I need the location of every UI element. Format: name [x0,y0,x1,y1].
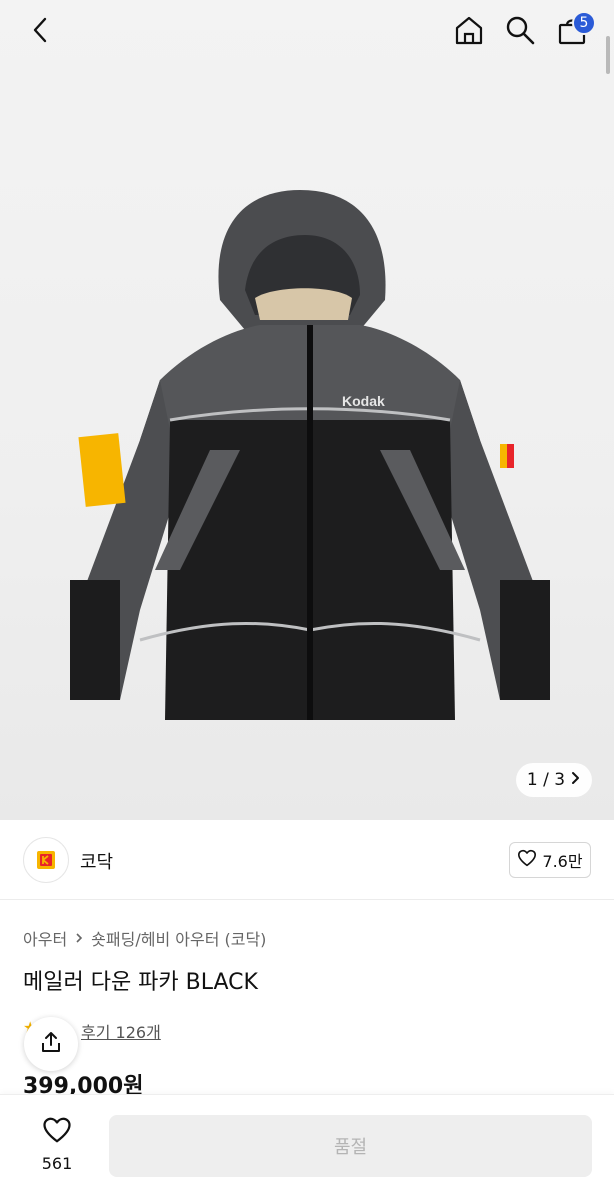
pager-text: 1 / 3 [526,770,566,790]
product-image-gallery[interactable]: Kodak 1 / 3 [0,0,614,820]
product-image-jacket: Kodak [70,190,550,720]
home-icon [453,14,485,50]
share-button[interactable] [24,1017,78,1071]
cart-count-badge: 5 [572,11,596,35]
chevron-right-icon [571,770,581,790]
review-count-link[interactable]: 후기 126개 [81,1019,161,1043]
jacket-logo-text: Kodak [342,393,385,409]
search-button[interactable] [500,12,540,52]
breadcrumb-item[interactable]: 숏패딩/헤비 아우터 (코닥) [91,926,266,950]
heart-icon [517,849,537,871]
brand-row[interactable]: 코닥 7.6만 [0,820,614,900]
share-icon [39,1030,63,1058]
brand-logo[interactable] [23,837,69,883]
back-arrow-icon [31,16,49,48]
bottom-action-bar: 561 품절 [0,1094,614,1200]
chevron-right-icon [75,929,83,948]
breadcrumb: 아우터 숏패딩/헤비 아우터 (코닥) [23,926,266,950]
back-button[interactable] [22,14,58,50]
wishlist-count: 561 [41,1153,73,1173]
brand-like-button[interactable]: 7.6만 [509,842,591,878]
search-icon [504,14,536,50]
cart-button[interactable]: 5 [552,11,596,52]
breadcrumb-item[interactable]: 아우터 [23,926,67,950]
wishlist-button[interactable]: 561 [26,1113,88,1175]
top-navigation-bar: 5 [0,0,614,74]
home-button[interactable] [449,12,489,52]
brand-like-count: 7.6만 [542,852,583,871]
brand-name[interactable]: 코닥 [80,848,113,874]
product-title: 메일러 다운 파카 BLACK [23,970,258,995]
heart-icon [42,1116,72,1148]
gallery-pager[interactable]: 1 / 3 [516,763,592,797]
kodak-logo-icon [37,851,55,869]
soldout-button: 품절 [109,1115,592,1177]
scrollbar[interactable] [606,36,610,74]
